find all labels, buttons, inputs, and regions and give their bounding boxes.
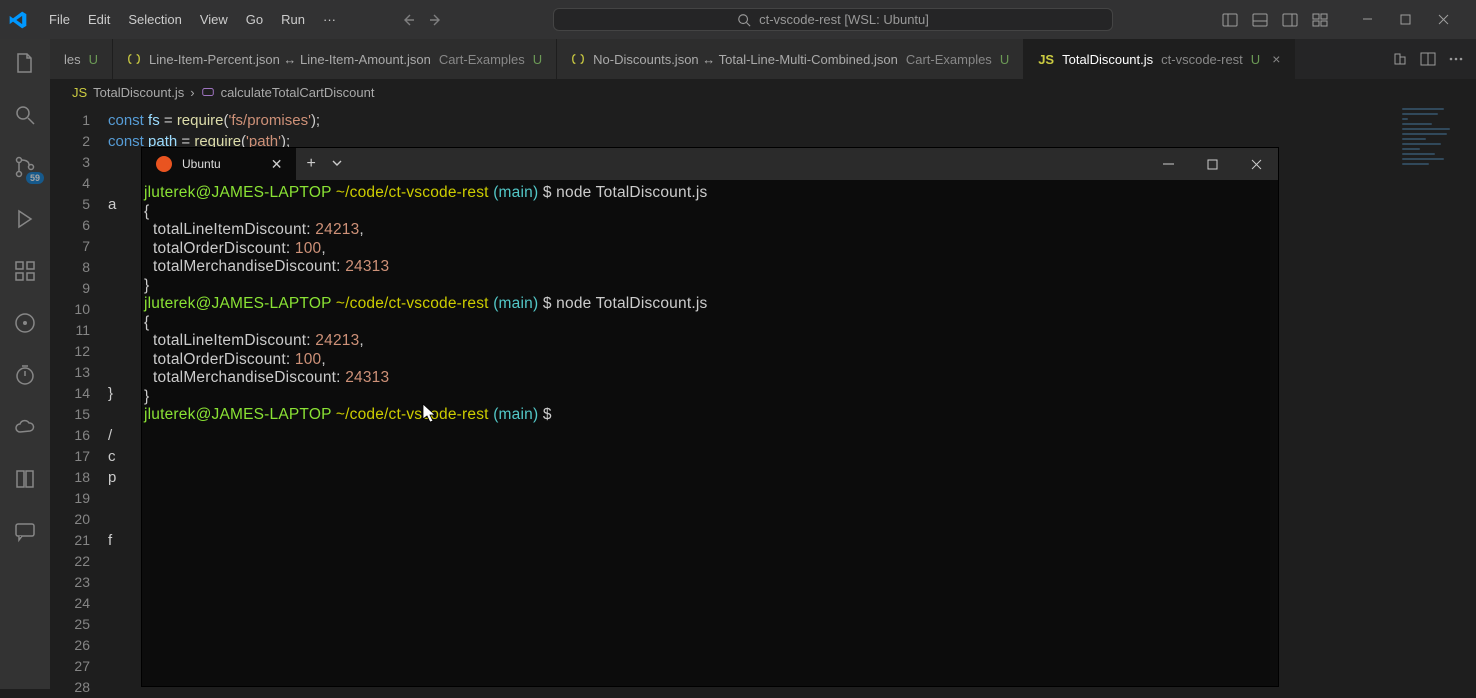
terminal-tab-ubuntu[interactable]: Ubuntu ✕ — [142, 148, 296, 180]
ubuntu-logo-icon — [156, 156, 172, 172]
layout-right-icon[interactable] — [1282, 12, 1298, 28]
json-icon — [571, 52, 585, 66]
menu-go[interactable]: Go — [237, 8, 272, 31]
more-icon[interactable] — [1448, 51, 1464, 67]
terminal-maximize[interactable] — [1190, 148, 1234, 180]
explorer-icon[interactable] — [11, 49, 39, 77]
json-icon — [127, 52, 141, 66]
nav-arrows — [400, 12, 444, 28]
breadcrumb[interactable]: JS TotalDiscount.js › calculateTotalCart… — [50, 79, 1476, 105]
window-maximize[interactable] — [1386, 5, 1424, 35]
menu-edit[interactable]: Edit — [79, 8, 119, 31]
command-center[interactable]: ct-vscode-rest [WSL: Ubuntu] — [553, 8, 1113, 31]
window-minimize[interactable] — [1348, 5, 1386, 35]
layout-grid-icon[interactable] — [1312, 12, 1328, 28]
method-icon — [201, 85, 215, 99]
cloud-icon[interactable] — [11, 413, 39, 441]
terminal-dropdown-icon[interactable] — [326, 155, 348, 173]
activity-bar: 59 — [0, 39, 50, 689]
source-control-icon[interactable]: 59 — [11, 153, 39, 181]
command-center-text: ct-vscode-rest [WSL: Ubuntu] — [759, 12, 929, 27]
menu-more[interactable]: ··· — [314, 8, 345, 31]
tab-close-icon[interactable]: × — [1272, 51, 1280, 67]
menu-selection[interactable]: Selection — [119, 8, 190, 31]
minimap[interactable] — [1402, 108, 1462, 198]
terminal-minimize[interactable] — [1146, 148, 1190, 180]
run-debug-icon[interactable] — [11, 205, 39, 233]
chat-icon[interactable] — [11, 517, 39, 545]
search-icon — [737, 13, 751, 27]
split-icon[interactable] — [1420, 51, 1436, 67]
scm-badge: 59 — [26, 172, 44, 184]
terminal-new-tab[interactable]: + — [296, 155, 325, 173]
menu-file[interactable]: File — [40, 8, 79, 31]
nav-forward-icon[interactable] — [428, 12, 444, 28]
js-icon: JS — [1038, 52, 1054, 67]
db-icon[interactable] — [11, 465, 39, 493]
layout-left-icon[interactable] — [1222, 12, 1238, 28]
title-bar: File Edit Selection View Go Run ··· ct-v… — [0, 0, 1476, 39]
title-right — [1222, 5, 1462, 35]
nav-back-icon[interactable] — [400, 12, 416, 28]
tab-line-item-diff[interactable]: Line-Item-Percent.json ↔ Line-Item-Amoun… — [113, 39, 557, 79]
window-close[interactable] — [1424, 5, 1462, 35]
terminal-tab-close-icon[interactable]: ✕ — [271, 156, 283, 173]
tab-totaldiscount[interactable]: JS TotalDiscount.js ct-vscode-rest U × — [1024, 39, 1295, 79]
tab-no-discounts-diff[interactable]: No-Discounts.json ↔ Total-Line-Multi-Com… — [557, 39, 1024, 79]
menu-run[interactable]: Run — [272, 8, 314, 31]
extensions-icon[interactable] — [11, 257, 39, 285]
line-gutter: 1234567891011121314151617181920212223242… — [50, 105, 108, 689]
terminal-tabbar: Ubuntu ✕ + — [142, 148, 1278, 180]
timer-icon[interactable] — [11, 361, 39, 389]
editor-tabs: les U Line-Item-Percent.json ↔ Line-Item… — [50, 39, 1476, 79]
menu-bar: File Edit Selection View Go Run ··· — [40, 8, 345, 31]
remote-explorer-icon[interactable] — [11, 309, 39, 337]
layout-bottom-icon[interactable] — [1252, 12, 1268, 28]
terminal-close[interactable] — [1234, 148, 1278, 180]
menu-view[interactable]: View — [191, 8, 237, 31]
tab-les[interactable]: les U — [50, 39, 113, 79]
terminal-content[interactable]: jluterek@JAMES-LAPTOP ~/code/ct-vscode-r… — [142, 180, 1278, 429]
vscode-logo-icon — [8, 10, 28, 30]
terminal-window: Ubuntu ✕ + jluterek@JAMES-LAPTOP ~/code/… — [142, 148, 1278, 686]
js-icon: JS — [72, 85, 87, 100]
compare-icon[interactable] — [1392, 51, 1408, 67]
search-icon[interactable] — [11, 101, 39, 129]
